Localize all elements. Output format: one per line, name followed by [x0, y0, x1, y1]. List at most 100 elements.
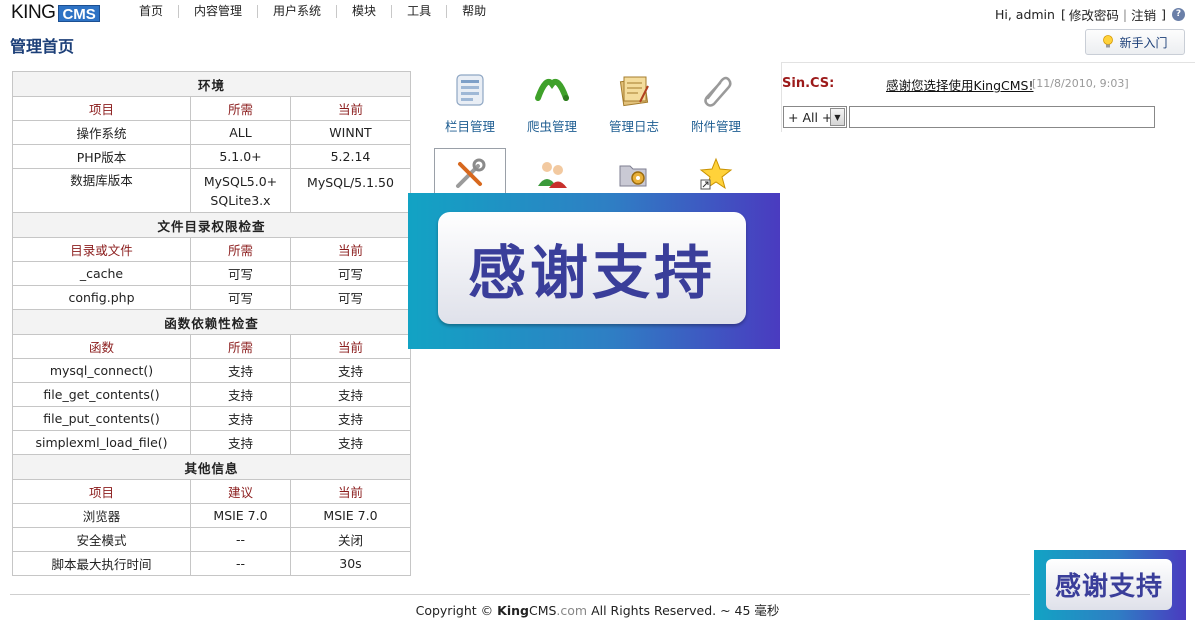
- column-header: 当前: [290, 479, 411, 504]
- table-cell: MSIE 7.0: [190, 503, 291, 528]
- top-navigation: 首页 内容管理 用户系统 模块 工具 帮助: [124, 3, 501, 19]
- shortcut-label: 附件管理: [690, 119, 741, 134]
- crawler-icon: [535, 78, 569, 101]
- table-cell: 支持: [190, 358, 291, 383]
- kingcms-logo[interactable]: KING CMS: [11, 2, 100, 23]
- table-cell: file_get_contents(): [12, 382, 191, 407]
- table-cell: WINNT: [290, 120, 411, 145]
- nav-content-management[interactable]: 内容管理: [178, 4, 257, 18]
- table-cell: mysql_connect(): [12, 358, 191, 383]
- bracket-close: ]: [1161, 7, 1166, 22]
- table-row: 安全模式 -- 关闭: [12, 527, 411, 552]
- table-row: mysql_connect() 支持 支持: [12, 358, 411, 383]
- tools-icon: [456, 158, 486, 188]
- environment-check-table: 环境 项目 所需 当前 操作系统 ALL WINNT PHP版本 5.1.0+ …: [12, 71, 411, 576]
- shortcut-users[interactable]: [512, 156, 592, 195]
- column-header: 建议: [190, 479, 291, 504]
- shortcut-crawler[interactable]: 爬虫管理: [512, 72, 592, 135]
- table-row: simplexml_load_file() 支持 支持: [12, 430, 411, 455]
- logo-cms-text: CMS: [58, 4, 100, 23]
- table-cell: 关闭: [290, 527, 411, 552]
- nav-home[interactable]: 首页: [124, 4, 178, 18]
- chevron-down-icon: ▼: [830, 108, 845, 126]
- news-date: [11/8/2010, 9:03]: [1032, 77, 1129, 90]
- user-bar-separator: |: [1122, 7, 1128, 22]
- column-header: 当前: [290, 96, 411, 121]
- shortcut-favorites[interactable]: [676, 156, 756, 195]
- table-cell: 浏览器: [12, 503, 191, 528]
- footer-copyright: Copyright ©: [415, 603, 494, 618]
- thanks-banner[interactable]: 感谢支持: [408, 193, 780, 349]
- nav-modules[interactable]: 模块: [336, 4, 391, 18]
- column-header: 当前: [290, 237, 411, 262]
- table-cell: _cache: [12, 261, 191, 286]
- table-cell: 数据库版本: [12, 168, 191, 213]
- column-header: 所需: [190, 334, 291, 359]
- news-panel: Sin.CS: 感谢您选择使用KingCMS! [11/8/2010, 9:03…: [781, 62, 1195, 132]
- help-icon[interactable]: ?: [1172, 8, 1185, 21]
- table-cell: 5.1.0+: [190, 144, 291, 169]
- filter-select[interactable]: + All + ▼: [783, 106, 847, 128]
- greeting: Hi, admin: [994, 7, 1055, 22]
- shortcut-label: 栏目管理: [444, 119, 495, 134]
- column-header: 项目: [12, 96, 191, 121]
- shortcut-tools[interactable]: [434, 148, 506, 196]
- column-header: 目录或文件: [12, 237, 191, 262]
- attachment-icon: [704, 76, 732, 107]
- table-cell: simplexml_load_file(): [12, 430, 191, 455]
- nav-tools[interactable]: 工具: [391, 4, 446, 18]
- nav-help[interactable]: 帮助: [446, 4, 501, 18]
- logo-king-text: KING: [11, 2, 56, 23]
- table-cell: PHP版本: [12, 144, 191, 169]
- table-row: PHP版本 5.1.0+ 5.2.14: [12, 144, 411, 169]
- folder-settings-icon: [619, 165, 647, 187]
- thanks-banner-small-text: 感谢支持: [1054, 572, 1163, 602]
- shortcut-attachment[interactable]: 附件管理: [676, 72, 756, 135]
- news-message-link[interactable]: 感谢您选择使用KingCMS!: [886, 75, 1034, 94]
- footer-domain: .com: [556, 603, 588, 618]
- table-cell: --: [190, 551, 291, 576]
- table-cell: 操作系统: [12, 120, 191, 145]
- thanks-banner-text: 感谢支持: [467, 239, 716, 307]
- change-password-link[interactable]: 修改密码: [1069, 5, 1119, 24]
- table-cell: 30s: [290, 551, 411, 576]
- table-cell: config.php: [12, 285, 191, 310]
- news-author: Sin.CS:: [782, 76, 835, 91]
- column-header: 函数: [12, 334, 191, 359]
- table-cell: 可写: [190, 285, 291, 310]
- bracket-open: [: [1060, 7, 1066, 22]
- table-cell: 可写: [190, 261, 291, 286]
- table-cell: MSIE 7.0: [290, 503, 411, 528]
- table-cell: 支持: [290, 358, 411, 383]
- table-row: 操作系统 ALL WINNT: [12, 120, 411, 145]
- shortcut-column-manage[interactable]: 栏目管理: [430, 72, 510, 135]
- beginner-guide-button[interactable]: 新手入门: [1085, 29, 1185, 55]
- column-header: 所需: [190, 237, 291, 262]
- footer-divider: [10, 594, 1030, 595]
- nav-user-system[interactable]: 用户系统: [257, 4, 336, 18]
- table-cell: 支持: [290, 430, 411, 455]
- table-row: _cache 可写 可写: [12, 261, 411, 286]
- table-row: file_put_contents() 支持 支持: [12, 406, 411, 431]
- users-icon: [538, 162, 567, 188]
- section-title-other-info: 其他信息: [12, 454, 411, 480]
- table-cell: 支持: [290, 382, 411, 407]
- footer: Copyright © KingCMS.com All Rights Reser…: [0, 600, 1195, 619]
- table-row: config.php 可写 可写: [12, 285, 411, 310]
- shortcut-label: 管理日志: [608, 119, 659, 134]
- logout-link[interactable]: 注销: [1131, 5, 1156, 24]
- message-input[interactable]: [849, 106, 1155, 128]
- shortcut-label: 爬虫管理: [526, 119, 577, 134]
- table-cell: 脚本最大执行时间: [12, 551, 191, 576]
- thanks-banner-card: 感谢支持: [438, 212, 746, 324]
- thanks-banner-small[interactable]: 感谢支持: [1034, 550, 1186, 620]
- table-cell: MySQL5.0+ SQLite3.x: [190, 168, 291, 213]
- table-cell: 支持: [290, 406, 411, 431]
- shortcut-admin-log[interactable]: 管理日志: [594, 72, 674, 135]
- beginner-guide-label: 新手入门: [1119, 35, 1168, 50]
- section-title-functions: 函数依赖性检查: [12, 309, 411, 335]
- filter-select-value: + All +: [788, 109, 833, 125]
- log-icon: [619, 76, 649, 107]
- shortcut-folder-settings[interactable]: [594, 156, 674, 195]
- table-cell: MySQL/5.1.50: [290, 168, 411, 213]
